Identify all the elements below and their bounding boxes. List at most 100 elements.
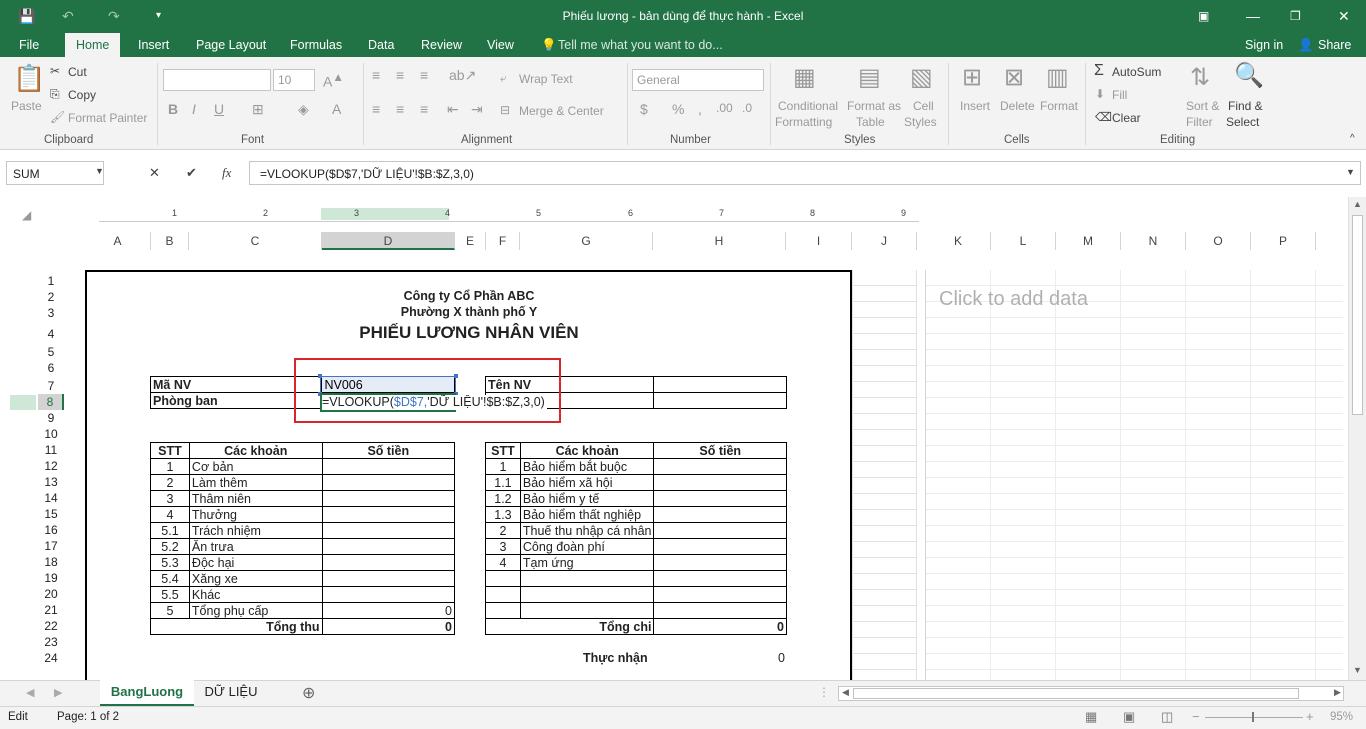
table-row[interactable]: 1 Bảo hiểm bắt buộc — [485, 458, 787, 475]
next-page-area[interactable]: Click to add data — [925, 270, 1343, 680]
zoom-slider-thumb[interactable] — [1252, 712, 1254, 722]
row-header[interactable]: 15 — [38, 506, 64, 522]
row-header[interactable]: 2 — [38, 289, 64, 305]
cell-styles-label1[interactable]: Cell — [913, 99, 934, 113]
vertical-scroll-thumb[interactable] — [1352, 215, 1363, 415]
tell-me-search[interactable]: Tell me what you want to do... — [558, 38, 723, 52]
row-header[interactable]: 4 — [38, 326, 64, 342]
col-header[interactable]: A — [85, 232, 151, 250]
align-bottom-icon[interactable]: ≡ — [420, 67, 428, 83]
font-color-icon[interactable]: A — [332, 101, 341, 117]
table-row[interactable]: 4 Tạm ứng — [485, 554, 787, 571]
sort-filter-label2[interactable]: Filter — [1186, 115, 1213, 129]
tab-review[interactable]: Review — [421, 38, 462, 52]
table-row[interactable]: 5.1 Trách nhiệm — [150, 522, 456, 539]
next-sheet-icon[interactable]: ▶ — [54, 686, 62, 699]
col-header-selected[interactable]: D — [322, 232, 455, 250]
table-row[interactable]: 3 Công đoàn phí — [485, 538, 787, 555]
col-header[interactable]: P — [1251, 232, 1316, 250]
ribbon-display-icon[interactable]: ▣ — [1198, 6, 1209, 26]
scroll-up-icon[interactable]: ▲ — [1353, 199, 1362, 209]
table-row[interactable]: 5.3 Độc hại — [150, 554, 456, 571]
close-icon[interactable]: ✕ — [1338, 6, 1350, 26]
currency-icon[interactable]: $ — [640, 101, 648, 117]
row-header[interactable]: 16 — [38, 522, 64, 538]
percent-icon[interactable]: % — [672, 101, 684, 117]
scroll-right-icon[interactable]: ▶ — [1334, 687, 1341, 698]
wrap-text-button[interactable]: Wrap Text — [519, 72, 573, 86]
table-row[interactable]: 5 Tổng phụ cấp 0 — [150, 602, 456, 619]
row-header[interactable]: 12 — [38, 458, 64, 474]
paste-icon[interactable]: 📋 — [13, 63, 45, 94]
autosum-button[interactable]: AutoSum — [1112, 65, 1161, 79]
click-to-add-data[interactable]: Click to add data — [939, 288, 1088, 311]
paste-button[interactable]: Paste — [11, 99, 42, 113]
italic-icon[interactable]: I — [192, 101, 196, 117]
page-break-view-icon[interactable]: ◫ — [1161, 709, 1173, 725]
row-header[interactable]: 14 — [38, 490, 64, 506]
prev-sheet-icon[interactable]: ◀ — [26, 686, 34, 699]
table-row[interactable]: 1 Cơ bản — [150, 458, 456, 475]
sheet-tab-du-lieu[interactable]: DỮ LIỆU — [200, 684, 262, 699]
row-header[interactable]: 9 — [38, 410, 64, 426]
tab-page-layout[interactable]: Page Layout — [196, 38, 266, 52]
col-header[interactable]: N — [1121, 232, 1186, 250]
total-row[interactable]: Tổng thu 0 — [150, 618, 456, 635]
format-cells-button[interactable]: Format — [1040, 99, 1078, 113]
scroll-left-icon[interactable]: ◀ — [842, 687, 849, 698]
col-header[interactable]: J — [852, 232, 917, 250]
format-as-table-label1[interactable]: Format as — [847, 99, 901, 113]
table-row[interactable]: 4 Thưởng — [150, 506, 456, 523]
name-box[interactable]: SUM — [6, 161, 104, 185]
zoom-level[interactable]: 95% — [1330, 711, 1353, 723]
table-row[interactable]: 5.2 Ăn trưa — [150, 538, 456, 555]
table-row[interactable]: 3 Thâm niên — [150, 490, 456, 507]
tab-split-handle[interactable]: ⋮ — [818, 685, 830, 699]
align-middle-icon[interactable]: ≡ — [396, 67, 404, 83]
font-size-dropdown[interactable]: 10 — [273, 69, 315, 91]
add-sheet-icon[interactable]: ⊕ — [302, 683, 315, 703]
normal-view-icon[interactable]: ▦ — [1085, 709, 1097, 725]
page-layout-view-icon[interactable]: ▣ — [1123, 709, 1135, 725]
enter-icon[interactable]: ✔ — [186, 165, 197, 181]
row-header[interactable]: 3 — [38, 305, 64, 321]
col-header[interactable]: B — [151, 232, 189, 250]
zoom-out-icon[interactable]: − — [1192, 709, 1200, 724]
cell-styles-label2[interactable]: Styles — [904, 115, 937, 129]
row-header-selected[interactable]: 8 — [38, 394, 64, 410]
tab-file[interactable]: File — [19, 38, 39, 52]
tab-insert[interactable]: Insert — [138, 38, 169, 52]
table-row[interactable]: 1.1 Bảo hiểm xã hội — [485, 474, 787, 491]
find-select-label1[interactable]: Find & — [1228, 99, 1263, 113]
clear-button[interactable]: Clear — [1112, 111, 1141, 125]
bold-icon[interactable]: B — [168, 101, 178, 117]
table-row[interactable]: 5.4 Xăng xe — [150, 570, 456, 587]
increase-indent-icon[interactable]: ⇥ — [471, 101, 483, 118]
table-row[interactable]: 1.2 Bảo hiểm y tế — [485, 490, 787, 507]
expand-formula-bar-icon[interactable]: ▼ — [1346, 167, 1355, 177]
table-row[interactable]: 5.5 Khác — [150, 586, 456, 603]
table-row[interactable] — [485, 570, 787, 587]
col-header[interactable]: O — [1186, 232, 1251, 250]
sheet-tab-bangluong[interactable]: BangLuong — [100, 680, 194, 706]
horizontal-scrollbar[interactable]: ◀ ▶ — [838, 686, 1344, 701]
zoom-slider[interactable] — [1205, 717, 1303, 718]
align-left-icon[interactable]: ≡ — [372, 101, 380, 117]
col-header[interactable]: L — [991, 232, 1056, 250]
number-format-dropdown[interactable]: General — [632, 69, 764, 91]
scroll-down-icon[interactable]: ▼ — [1353, 665, 1362, 675]
find-select-label2[interactable]: Select — [1226, 115, 1259, 129]
row-header[interactable]: 24 — [38, 650, 64, 666]
vertical-scrollbar[interactable]: ▲ ▼ — [1348, 197, 1366, 680]
row-header[interactable]: 20 — [38, 586, 64, 602]
row-header[interactable]: 7 — [38, 378, 64, 394]
total-row[interactable]: Tổng chi 0 — [484, 618, 787, 635]
fill-color-icon[interactable]: ◈ — [298, 101, 309, 118]
borders-icon[interactable]: ⊞ — [252, 101, 264, 118]
delete-cells-button[interactable]: Delete — [1000, 99, 1035, 113]
tab-data[interactable]: Data — [368, 38, 394, 52]
horizontal-scroll-thumb[interactable] — [853, 688, 1299, 699]
row-header[interactable]: 21 — [38, 602, 64, 618]
share-button[interactable]: Share — [1318, 38, 1351, 52]
format-painter-button[interactable]: Format Painter — [68, 111, 147, 125]
